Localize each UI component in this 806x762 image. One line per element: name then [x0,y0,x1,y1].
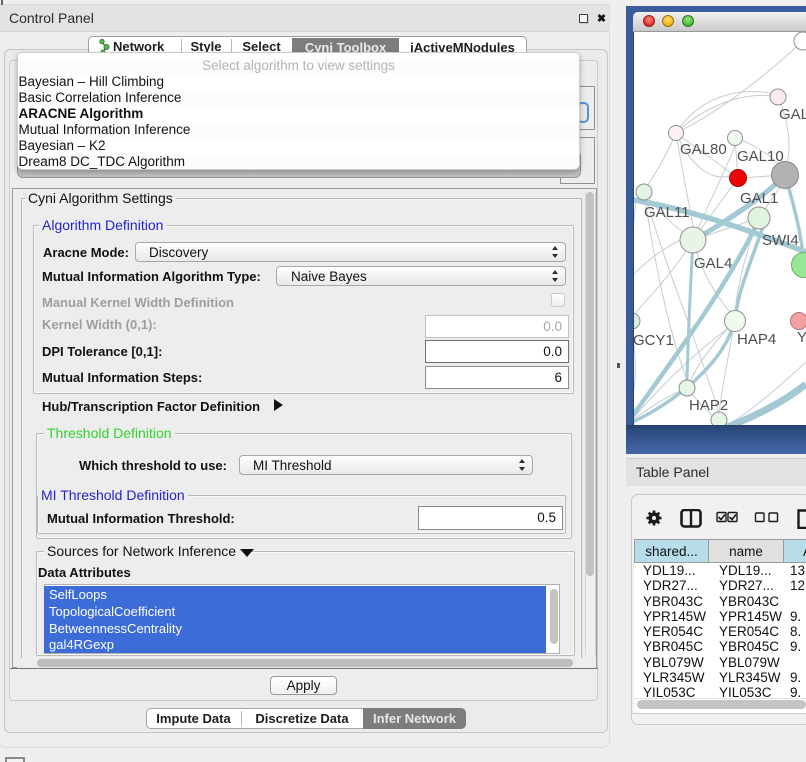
svg-text:GAL: GAL [779,106,806,123]
svg-text:GAL11: GAL11 [644,204,690,221]
svg-text:Y: Y [797,329,806,346]
svg-text:GAL10: GAL10 [737,148,784,165]
svg-text:SWI4: SWI4 [762,232,799,249]
svg-text:HAP4: HAP4 [737,331,776,348]
svg-text:HAP2: HAP2 [689,397,728,414]
svg-text:GAL80: GAL80 [680,141,727,158]
svg-text:GAL1: GAL1 [740,190,778,207]
svg-text:GCY1: GCY1 [634,332,674,349]
svg-text:GAL4: GAL4 [694,255,732,272]
